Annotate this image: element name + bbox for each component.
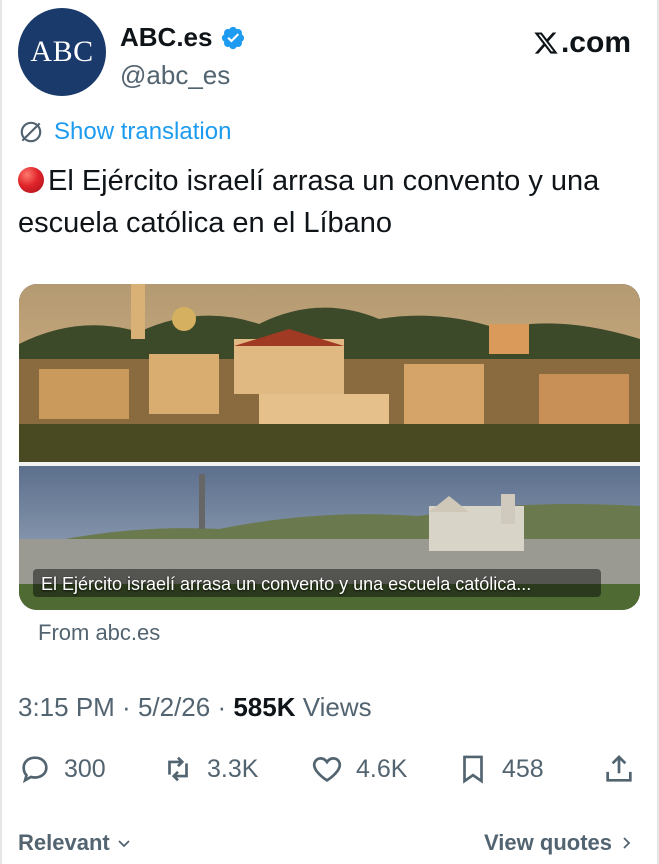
reply-count: 300	[64, 754, 106, 783]
action-bar: 300 3.3K 4.6K 458	[18, 752, 638, 792]
card-caption: El Ejército israelí arrasa un convento y…	[41, 574, 532, 594]
link-card[interactable]: El Ejército israelí arrasa un convento y…	[19, 284, 640, 610]
card-image	[19, 284, 640, 610]
show-translation-link[interactable]: Show translation	[18, 118, 231, 146]
heart-icon	[312, 757, 342, 782]
sort-label: Relevant	[18, 830, 110, 855]
meta-separator: ·	[114, 692, 138, 722]
views-label: Views	[295, 692, 372, 722]
bookmark-count: 458	[502, 754, 544, 783]
bookmark-button[interactable]: 458	[456, 752, 544, 786]
name-row: ABC.es	[120, 22, 246, 53]
bookmark-icon	[463, 755, 483, 784]
view-quotes-link[interactable]: View quotes	[484, 830, 634, 856]
views-count: 585K	[233, 692, 296, 722]
repost-icon	[168, 756, 188, 782]
repost-button[interactable]: 3.3K	[161, 752, 258, 786]
card-source[interactable]: From abc.es	[38, 620, 160, 646]
x-site-label: .com	[533, 26, 631, 60]
tweet-time[interactable]: 3:15 PM	[18, 692, 115, 722]
site-suffix: .com	[560, 26, 631, 59]
show-translation-label: Show translation	[54, 118, 232, 145]
view-quotes-label: View quotes	[484, 830, 612, 855]
like-button[interactable]: 4.6K	[310, 752, 407, 786]
display-name[interactable]: ABC.es	[120, 22, 212, 53]
tweet-body: El Ejército israelí arrasa un convento y…	[18, 165, 600, 239]
tweet-text: El Ejército israelí arrasa un convento y…	[18, 160, 643, 244]
user-handle[interactable]: @abc_es	[120, 60, 230, 91]
avatar-text: ABC	[30, 35, 94, 68]
red-circle-emoji-icon	[18, 167, 44, 193]
meta-separator: ·	[210, 692, 234, 722]
sort-replies-dropdown[interactable]: Relevant	[18, 830, 132, 856]
x-logo-icon	[534, 32, 558, 54]
reply-icon	[22, 756, 48, 784]
share-button[interactable]	[602, 752, 636, 786]
share-icon	[606, 755, 632, 782]
tweet-date[interactable]: 5/2/26	[138, 692, 210, 722]
avatar[interactable]: ABC	[18, 8, 106, 96]
chevron-right-icon	[623, 837, 631, 849]
chevron-down-icon	[118, 840, 130, 848]
verified-badge-icon	[222, 26, 245, 49]
repost-count: 3.3K	[207, 754, 259, 783]
tweet-meta: 3:15 PM · 5/2/26 · 585K Views	[18, 692, 372, 723]
reply-button[interactable]: 300	[18, 752, 106, 786]
tweet-header: ABC ABC.es @abc_es .com	[18, 8, 631, 100]
like-count: 4.6K	[356, 754, 408, 783]
globe-translate-icon	[20, 121, 42, 143]
replies-footer: Relevant View quotes	[18, 830, 638, 860]
